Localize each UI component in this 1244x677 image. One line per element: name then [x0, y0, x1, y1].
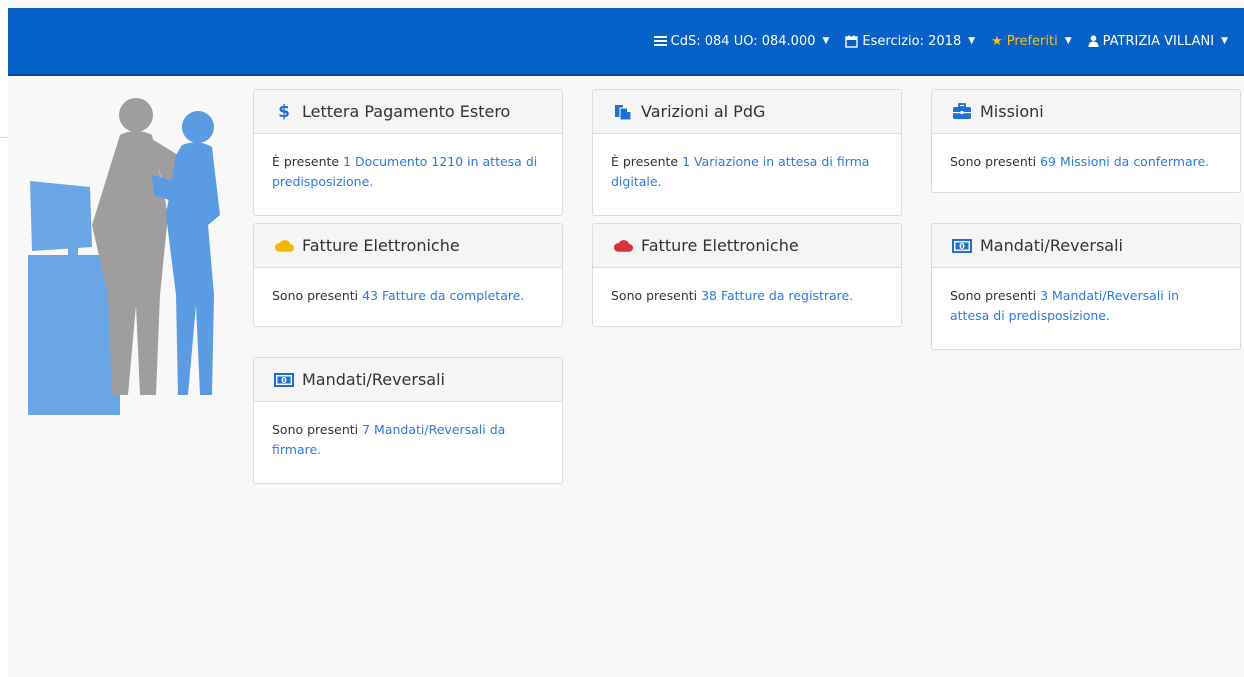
money-icon: [274, 371, 294, 389]
cds-uo-label: CdS: 084 UO: 084.000: [670, 33, 816, 49]
caret-down-icon: ▼: [1064, 36, 1072, 46]
card-lettera-pagamento: $ Lettera Pagamento Estero È presente 1 …: [253, 89, 563, 216]
card-header: Mandati/Reversali: [932, 224, 1240, 268]
left-edge-divider: [0, 137, 8, 138]
card-link[interactable]: 69 Missioni da confermare.: [1040, 154, 1209, 169]
cloud-red-icon: [613, 237, 633, 255]
office-people-illustration: [28, 98, 220, 415]
preferiti-label: Preferiti: [1006, 33, 1058, 49]
star-icon: ★: [991, 33, 1003, 49]
card-missioni: Missioni Sono presenti 69 Missioni da co…: [931, 89, 1241, 193]
card-text: Sono presenti: [611, 288, 702, 303]
esercizio-label: Esercizio: 2018: [862, 33, 962, 49]
top-navbar: CdS: 084 UO: 084.000 ▼ Esercizio: 2018 ▼…: [8, 8, 1244, 76]
card-fatture-registrare: Fatture Elettroniche Sono presenti 38 Fa…: [592, 223, 902, 327]
card-header: Mandati/Reversali: [254, 358, 562, 402]
card-text: Sono presenti: [272, 422, 363, 437]
card-body: Sono presenti 7 Mandati/Reversali da fir…: [254, 402, 562, 476]
card-body: Sono presenti 3 Mandati/Reversali in att…: [932, 268, 1240, 342]
card-mandati-predisposizione: Mandati/Reversali Sono presenti 3 Mandat…: [931, 223, 1241, 350]
card-title: Lettera Pagamento Estero: [302, 102, 511, 121]
card-variazioni-pdg: Varizioni al PdG È presente 1 Variazione…: [592, 89, 902, 216]
caret-down-icon: ▼: [968, 36, 976, 46]
card-header: Missioni: [932, 90, 1240, 134]
card-body: È presente 1 Documento 1210 in attesa di…: [254, 134, 562, 208]
caret-down-icon: ▼: [1221, 36, 1228, 46]
cds-uo-dropdown[interactable]: CdS: 084 UO: 084.000 ▼: [653, 33, 830, 49]
card-link[interactable]: 43 Fatture da completare.: [362, 288, 524, 303]
card-text: Sono presenti: [950, 288, 1041, 303]
card-text: Sono presenti: [272, 288, 363, 303]
card-header: Fatture Elettroniche: [254, 224, 562, 268]
preferiti-dropdown[interactable]: ★ Preferiti ▼: [991, 34, 1072, 49]
card-body: Sono presenti 43 Fatture da completare.: [254, 268, 562, 322]
card-title: Varizioni al PdG: [641, 102, 766, 121]
user-icon: [1088, 35, 1099, 47]
card-body: È presente 1 Variazione in attesa di fir…: [593, 134, 901, 208]
card-body: Sono presenti 69 Missioni da confermare.: [932, 134, 1240, 188]
card-title: Mandati/Reversali: [302, 370, 445, 389]
card-header: Fatture Elettroniche: [593, 224, 901, 268]
cloud-yellow-icon: [274, 237, 294, 255]
esercizio-dropdown[interactable]: Esercizio: 2018 ▼: [845, 34, 975, 49]
copy-icon: [613, 103, 633, 121]
card-link[interactable]: 38 Fatture da registrare.: [701, 288, 853, 303]
money-icon: [952, 237, 972, 255]
calendar-icon: [845, 35, 859, 48]
menu-icon: [653, 34, 667, 48]
caret-down-icon: ▼: [822, 36, 830, 46]
card-header: $ Lettera Pagamento Estero: [254, 90, 562, 134]
card-text: È presente: [611, 154, 683, 169]
card-title: Fatture Elettroniche: [302, 236, 460, 255]
card-title: Mandati/Reversali: [980, 236, 1123, 255]
card-fatture-completare: Fatture Elettroniche Sono presenti 43 Fa…: [253, 223, 563, 327]
card-title: Missioni: [980, 102, 1044, 121]
card-header: Varizioni al PdG: [593, 90, 901, 134]
card-body: Sono presenti 38 Fatture da registrare.: [593, 268, 901, 322]
user-name-label: PATRIZIA VILLANI: [1102, 33, 1215, 49]
user-dropdown[interactable]: PATRIZIA VILLANI ▼: [1088, 34, 1228, 49]
dollar-icon: $: [278, 101, 290, 122]
briefcase-icon: [952, 103, 972, 121]
card-mandati-firmare: Mandati/Reversali Sono presenti 7 Mandat…: [253, 357, 563, 484]
card-text: È presente: [272, 154, 344, 169]
card-title: Fatture Elettroniche: [641, 236, 799, 255]
card-text: Sono presenti: [950, 154, 1041, 169]
